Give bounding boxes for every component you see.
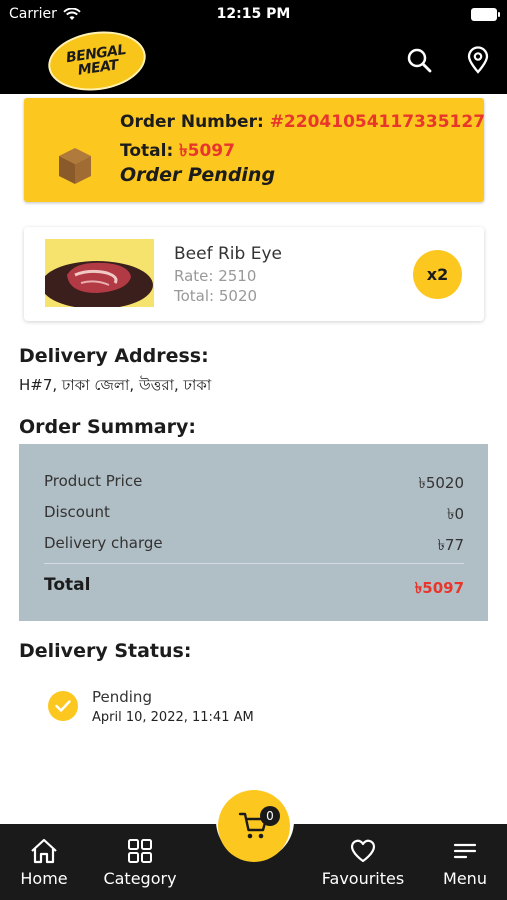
order-number: Order Number: #22041054117335127 (120, 112, 485, 132)
cart-button[interactable] (218, 790, 290, 862)
product-name: Beef Rib Eye (174, 244, 282, 264)
clock: 12:15 PM (216, 6, 291, 22)
check-circle-icon (48, 691, 78, 721)
order-number-label: Order Number: (120, 112, 264, 132)
menu-icon (453, 843, 477, 859)
order-status: Order Pending (120, 164, 276, 186)
order-summary-title: Order Summary: (19, 416, 196, 438)
order-number-value: #22041054117335127 (269, 112, 486, 132)
delivery-address-title: Delivery Address: (19, 345, 209, 367)
summary-label: Delivery charge (44, 534, 163, 552)
nav-menu[interactable]: Menu (437, 824, 493, 900)
order-total-label: Total: (120, 141, 174, 161)
summary-row-delivery-charge: Delivery charge ৳77 (44, 534, 464, 554)
summary-label: Discount (44, 503, 110, 521)
nav-home-label: Home (20, 869, 68, 888)
order-info-card: Order Number: #22041054117335127 Total: … (24, 98, 485, 202)
location-pin-icon[interactable] (464, 46, 492, 74)
product-image (45, 239, 154, 307)
nav-menu-label: Menu (443, 869, 487, 888)
bengal-meat-logo[interactable]: BENGAL MEAT (44, 25, 150, 97)
summary-total-label: Total (44, 575, 91, 595)
delivery-status-title: Delivery Status: (19, 640, 192, 662)
quantity-badge: x2 (413, 250, 462, 299)
summary-row-total: Total ৳5097 (44, 575, 464, 597)
delivery-status-date: April 10, 2022, 11:41 AM (92, 710, 254, 725)
delivery-status-state: Pending (92, 688, 152, 706)
delivery-address-text: H#7, ঢাকা জেলা, উত্তরা, ঢাকা (19, 376, 212, 394)
summary-value: ৳5020 (418, 474, 464, 492)
summary-total-value: ৳5097 (414, 579, 464, 597)
summary-row-product-price: Product Price ৳5020 (44, 472, 464, 492)
cart-count-badge: 0 (260, 806, 280, 826)
summary-label: Product Price (44, 472, 143, 490)
nav-category[interactable]: Category (100, 824, 180, 900)
summary-divider (44, 563, 464, 564)
grid-icon (128, 839, 152, 863)
nav-favourites[interactable]: Favourites (318, 824, 408, 900)
box-icon (59, 148, 91, 184)
order-total-value: ৳5097 (179, 141, 235, 161)
summary-value: ৳77 (437, 536, 464, 554)
home-icon (31, 838, 57, 864)
nav-favourites-label: Favourites (321, 869, 405, 888)
product-card[interactable]: Beef Rib Eye Rate: 2510 Total: 5020 x2 (24, 227, 484, 321)
app-header: BENGAL MEAT (0, 25, 507, 97)
search-icon[interactable] (405, 46, 433, 74)
summary-row-discount: Discount ৳0 (44, 503, 464, 523)
order-summary-panel: Product Price ৳5020 Discount ৳0 Delivery… (19, 444, 488, 621)
heart-icon (350, 839, 376, 863)
product-rate: Rate: 2510 (174, 267, 257, 285)
logo-line-2: MEAT (76, 57, 120, 79)
nav-category-label: Category (103, 869, 177, 888)
summary-value: ৳0 (446, 505, 464, 523)
order-total: Total: ৳5097 (120, 138, 235, 166)
status-bar: Carrier 12:15 PM (0, 0, 507, 28)
product-total: Total: 5020 (174, 287, 258, 305)
nav-home[interactable]: Home (14, 824, 74, 900)
battery-icon (471, 8, 500, 21)
